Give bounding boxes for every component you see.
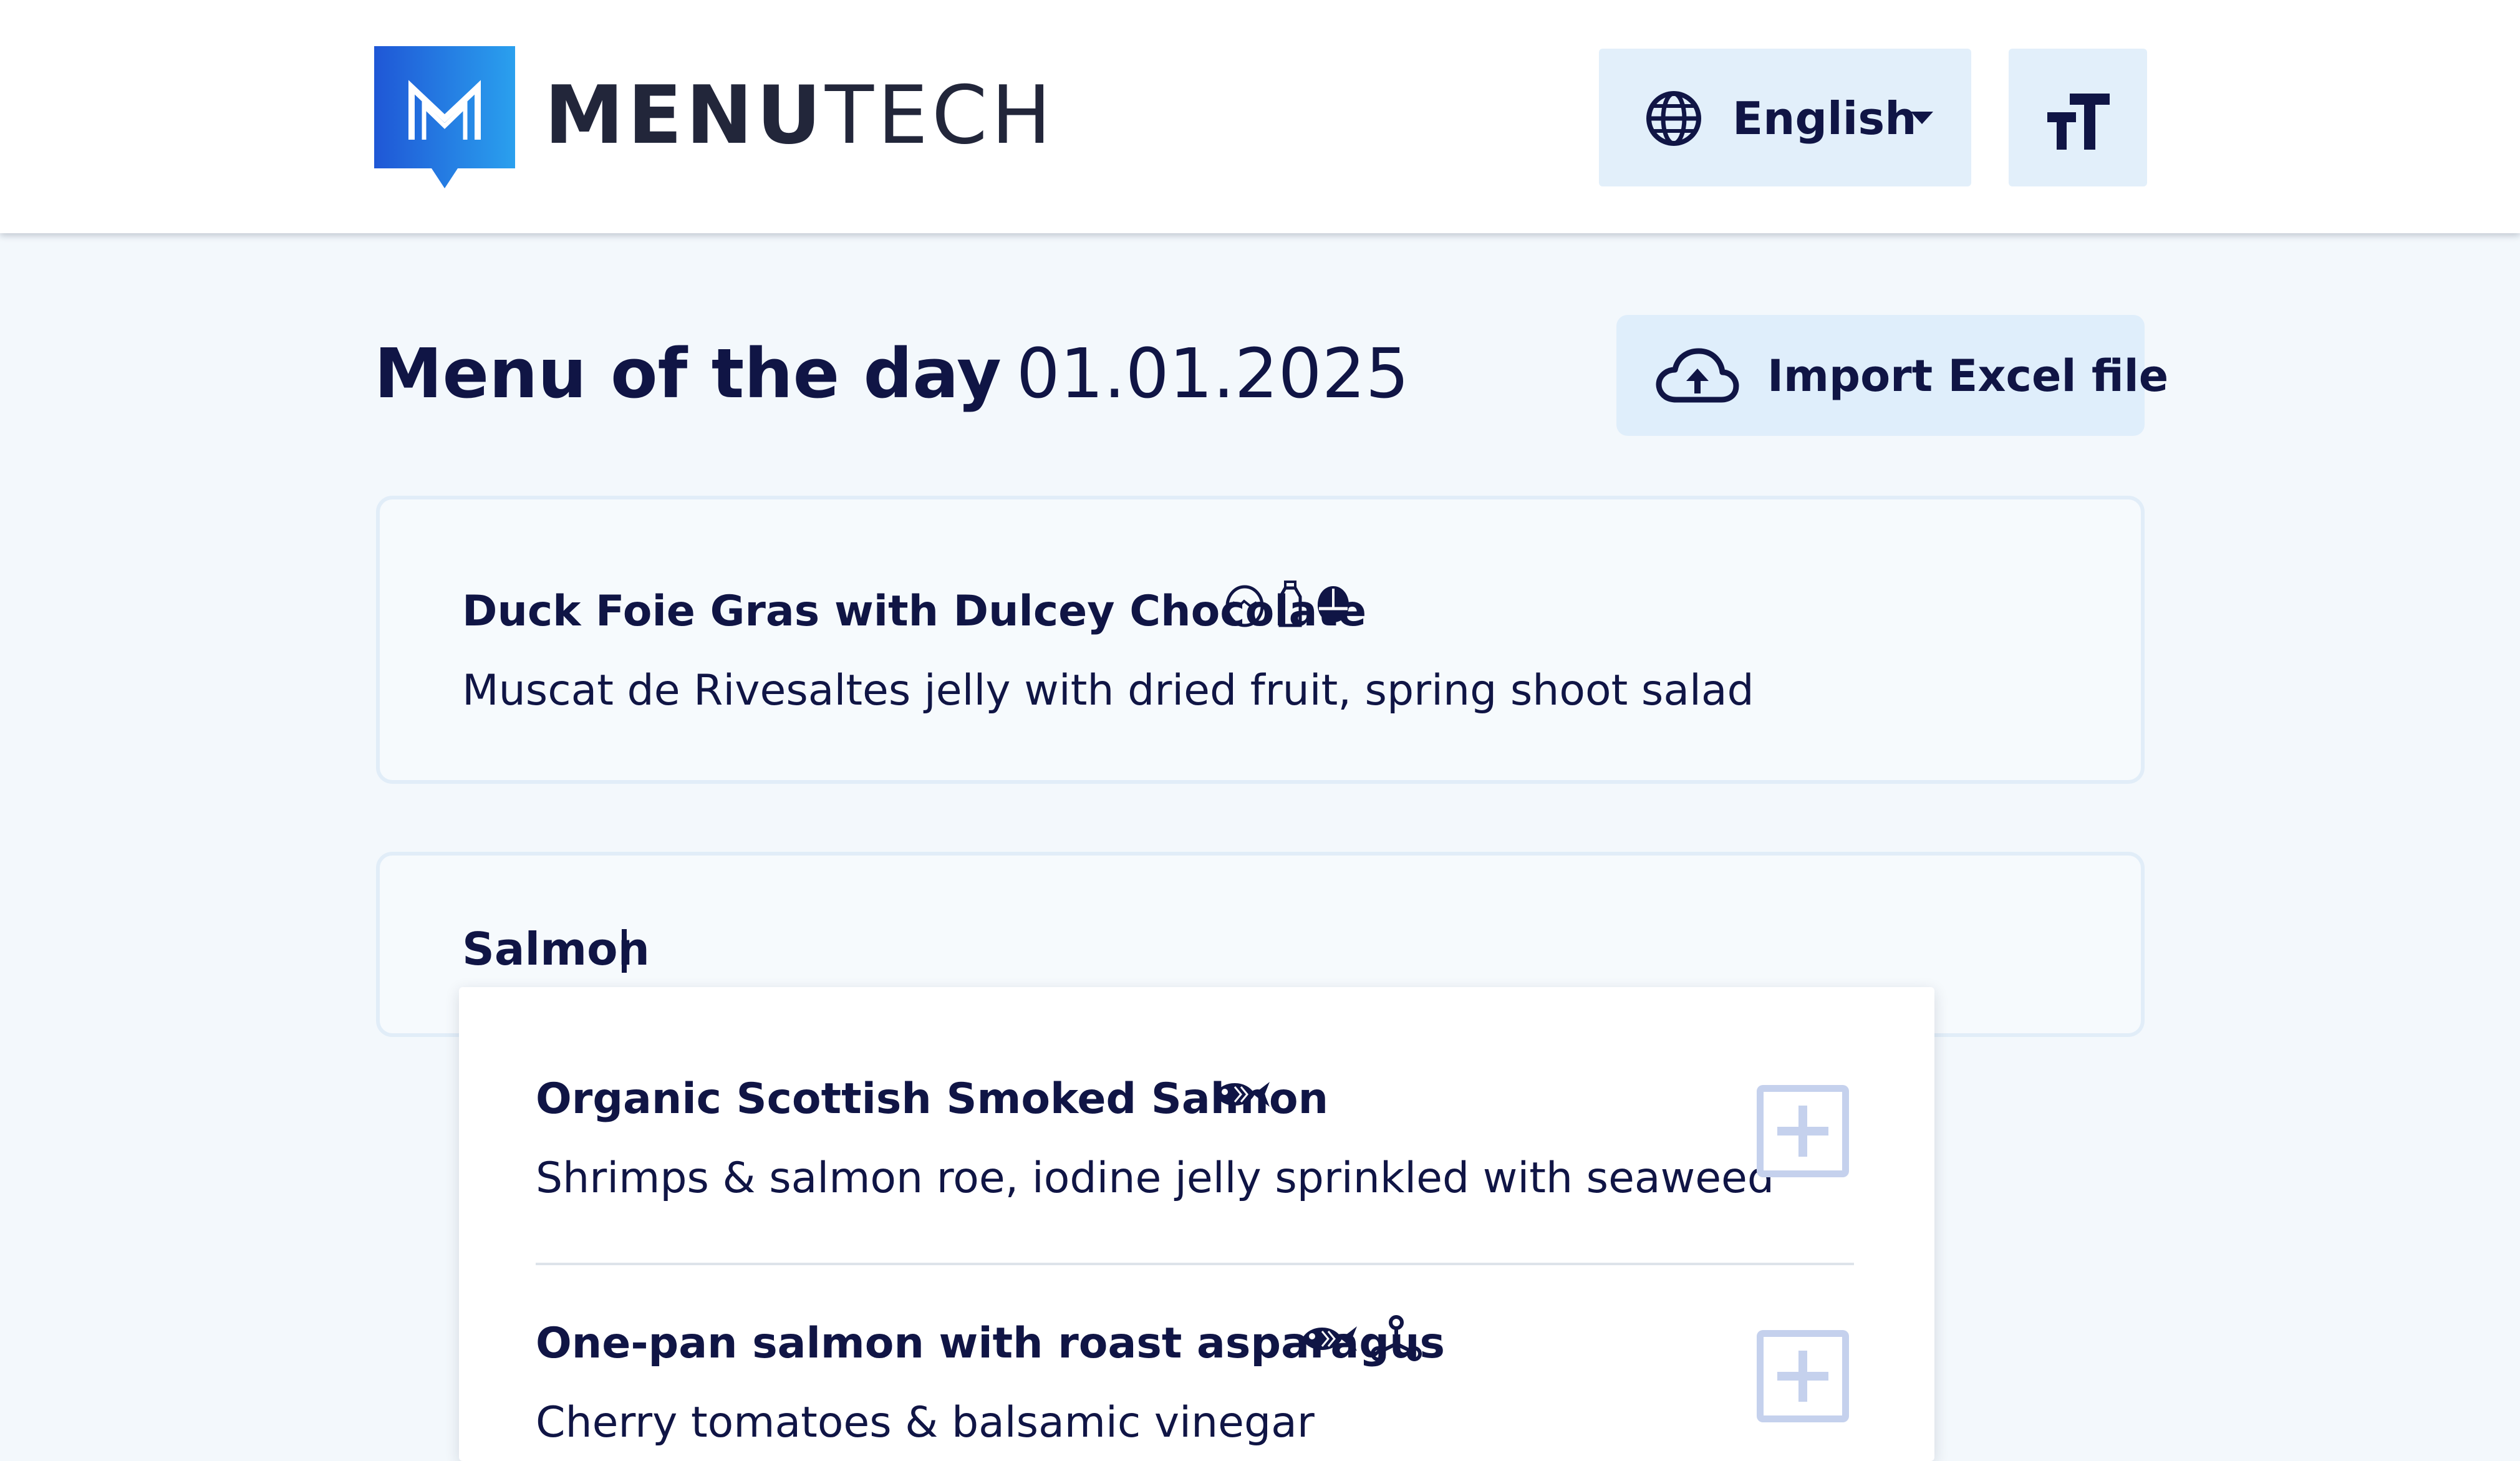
language-selector[interactable]: English xyxy=(1599,49,1971,186)
import-excel-label: Import Excel file xyxy=(1767,350,2169,402)
nut-icon xyxy=(1318,586,1349,622)
divider xyxy=(536,1263,1854,1265)
milk-bottle-icon xyxy=(1278,581,1302,627)
molecule-icon xyxy=(1371,1315,1422,1361)
plus-icon xyxy=(1777,1106,1828,1157)
cloud-upload-icon xyxy=(1656,348,1739,403)
suggestion-description: Shrimps & salmon roe, iodine jelly sprin… xyxy=(536,1154,1775,1203)
add-dish-button[interactable] xyxy=(1757,1330,1849,1422)
plus-icon xyxy=(1777,1351,1828,1402)
brand-name-bold: MENU xyxy=(544,69,825,162)
allergen-icons xyxy=(1224,576,1351,632)
page-title: Menu of the day 01.01.2025 xyxy=(374,327,1409,441)
globe-icon xyxy=(1646,91,1701,146)
text-cursor xyxy=(622,929,627,973)
caret-down-icon xyxy=(1911,112,1933,124)
dish-card[interactable]: Duck Foie Gras with Dulcey Chocolate Mus… xyxy=(376,496,2145,784)
fish-icon xyxy=(1215,1082,1270,1107)
import-excel-button[interactable]: Import Excel file xyxy=(1616,315,2168,436)
brand-name: MENUTECH xyxy=(544,66,1055,166)
dish-description: Muscat de Rivesaltes jelly with dried fr… xyxy=(462,666,1754,715)
suggestion-description: Cherry tomatoes & balsamic vinegar xyxy=(536,1398,1315,1447)
page-title-text: Menu of the day xyxy=(374,334,1002,413)
app-header: MENUTECH English xyxy=(0,0,2520,233)
allergen-icons xyxy=(1300,1311,1422,1367)
text-size-button[interactable] xyxy=(2009,49,2147,186)
allergen-icons xyxy=(1212,1066,1272,1122)
suggestion-name: Organic Scottish Smoked Salmon xyxy=(536,1074,1329,1124)
suggestions-dropdown: Organic Scottish Smoked Salmon Shrimps &… xyxy=(459,987,1934,1461)
menutech-logo-icon[interactable] xyxy=(374,46,515,190)
egg-icon xyxy=(1225,585,1264,627)
language-label: English xyxy=(1732,92,1917,145)
brand-name-light: TECH xyxy=(824,69,1055,162)
text-size-icon xyxy=(2047,94,2110,150)
page-date: 01.01.2025 xyxy=(1016,334,1409,413)
add-dish-button[interactable] xyxy=(1757,1085,1849,1177)
fish-icon xyxy=(1302,1326,1357,1351)
